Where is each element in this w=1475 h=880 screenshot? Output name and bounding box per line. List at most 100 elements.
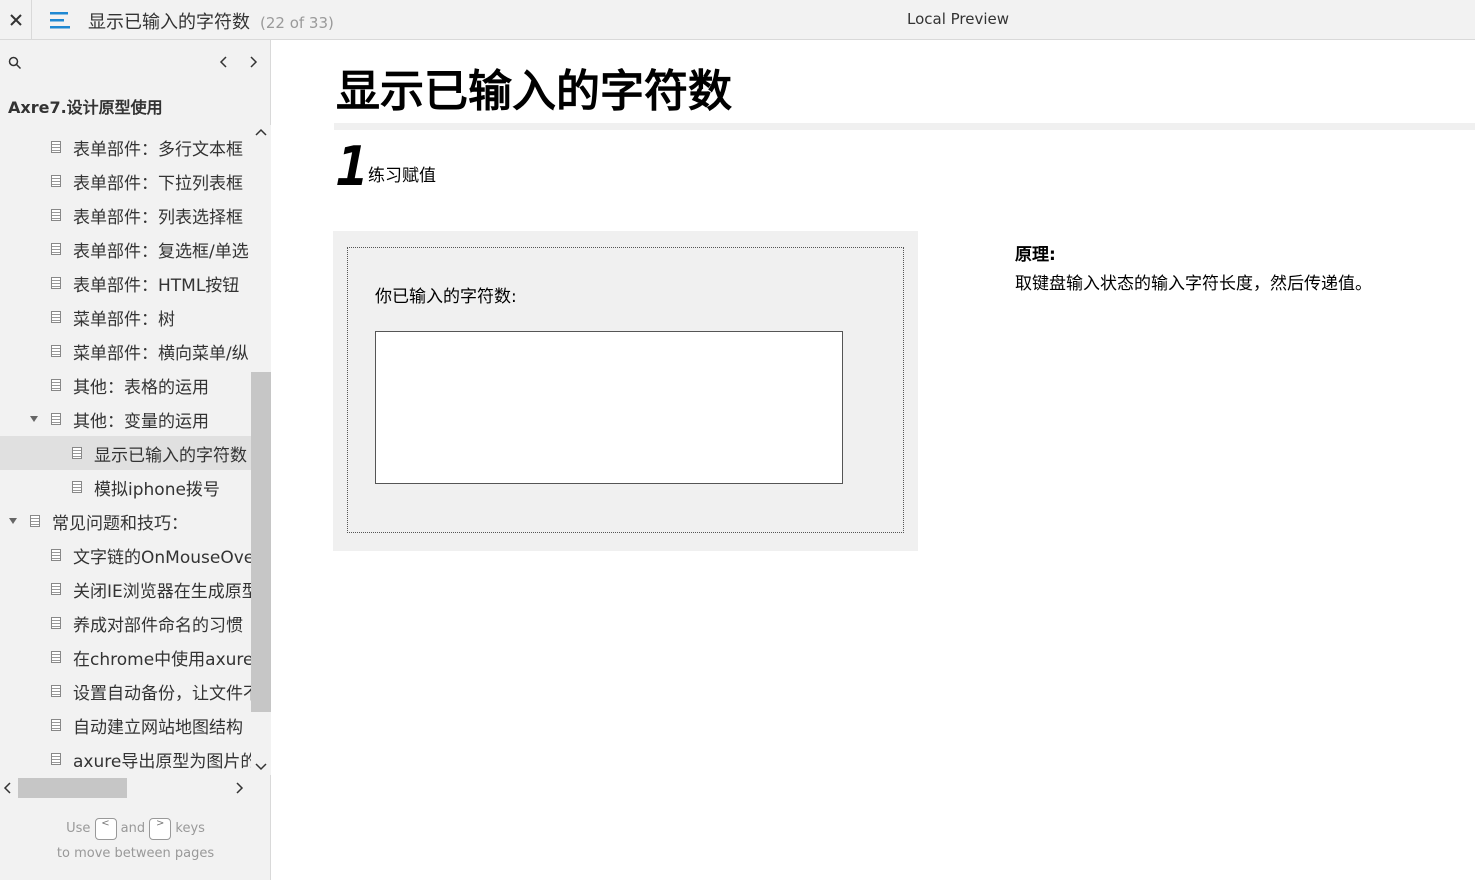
close-button[interactable]	[0, 0, 32, 40]
vertical-scrollbar[interactable]	[251, 125, 271, 775]
tree-item-label: 模拟iphone拨号	[94, 479, 220, 500]
tree-item-label: 在chrome中使用axure生	[73, 649, 251, 670]
char-count-label: 你已输入的字符数:	[375, 287, 517, 307]
page-icon	[51, 311, 61, 323]
page-icon	[51, 413, 61, 425]
tree-item[interactable]: 表单部件：复选框/单选	[0, 232, 251, 266]
page-icon	[51, 277, 61, 289]
text-input-area[interactable]	[375, 331, 843, 484]
tree-item-label: 设置自动备份，让文件不	[73, 683, 251, 704]
heading-divider	[334, 123, 1475, 130]
hint-line-2: to move between pages	[56, 846, 215, 861]
tree-item[interactable]: 表单部件：HTML按钮	[0, 266, 251, 300]
hint-keys: keys	[175, 821, 205, 836]
current-page-title: 显示已输入的字符数 (22 of 33)	[88, 8, 334, 34]
tree-item-label: 菜单部件：横向菜单/纵	[73, 343, 249, 364]
page-icon	[51, 141, 61, 153]
page-icon	[72, 447, 82, 459]
tree-item-label: axure导出原型为图片的	[73, 751, 251, 772]
tree-item[interactable]: 模拟iphone拨号	[0, 470, 251, 504]
page-icon	[51, 379, 61, 391]
tree-item[interactable]: 表单部件：多行文本框	[0, 130, 251, 164]
tree-item-label: 表单部件：下拉列表框	[73, 173, 243, 194]
page-icon	[72, 481, 82, 493]
page-icon	[51, 651, 61, 663]
tree-item[interactable]: 在chrome中使用axure生	[0, 640, 251, 674]
tree-item-label: 关闭IE浏览器在生成原型	[73, 581, 251, 602]
project-title: Axre7.设计原型使用	[8, 98, 163, 117]
expand-toggle-icon[interactable]	[8, 516, 18, 526]
page-icon	[51, 753, 61, 765]
tree-item-label: 显示已输入的字符数	[94, 445, 247, 466]
principle-title: 原理:	[1015, 245, 1056, 265]
preview-label: Local Preview	[907, 10, 1010, 28]
tree-item-label: 自动建立网站地图结构	[73, 717, 243, 738]
page-count: (22 of 33)	[260, 14, 334, 32]
tree-item[interactable]: 养成对部件命名的习惯	[0, 606, 251, 640]
close-icon	[9, 14, 22, 26]
search-icon	[8, 56, 22, 70]
tree-item[interactable]: 其他：表格的运用	[0, 368, 251, 402]
sitemap-toggle-button[interactable]	[48, 9, 72, 31]
left-key-icon: <	[94, 817, 117, 840]
page-icon	[51, 549, 61, 561]
tree-item[interactable]: 常见问题和技巧：	[0, 504, 251, 538]
right-key-icon: >	[149, 817, 172, 840]
page-icon	[51, 209, 61, 221]
tree-item[interactable]: 关闭IE浏览器在生成原型	[0, 572, 251, 606]
tree-item[interactable]: 设置自动备份，让文件不	[0, 674, 251, 708]
scroll-right-icon[interactable]	[235, 782, 245, 794]
page-icon	[51, 175, 61, 187]
chevron-right-icon	[250, 56, 258, 68]
next-page-button[interactable]	[244, 52, 262, 72]
hint-use: Use	[66, 821, 91, 836]
page-content: 显示已输入的字符数 1 练习赋值 你已输入的字符数: 原理: 取键盘输入状态的输…	[272, 41, 1475, 880]
tree-item[interactable]: 自动建立网站地图结构	[0, 708, 251, 742]
keyboard-hint: Use < and > keys to move between pages	[0, 816, 271, 866]
page-icon	[51, 345, 61, 357]
tree-item-label: 菜单部件：树	[73, 309, 175, 330]
scroll-up-icon[interactable]	[255, 127, 267, 137]
demo-panel: 你已输入的字符数:	[333, 231, 918, 551]
tree-item-label: 其他：变量的运用	[73, 411, 209, 432]
demo-panel-inner: 你已输入的字符数:	[347, 247, 904, 533]
sitemap-tree: 表单部件：多行文本框 表单部件：下拉列表框 表单部件：列表选择框 表单部件：复选…	[0, 130, 251, 775]
step-text: 练习赋值	[368, 166, 436, 186]
current-page-name: 显示已输入的字符数	[88, 12, 250, 33]
tree-item-label: 表单部件：多行文本框	[73, 139, 243, 160]
tree-item-label: 表单部件：HTML按钮	[73, 275, 240, 296]
chevron-left-icon	[219, 56, 227, 68]
tree-item[interactable]: 菜单部件：树	[0, 300, 251, 334]
tree-item-label: 表单部件：列表选择框	[73, 207, 243, 228]
page-heading: 显示已输入的字符数	[336, 66, 732, 117]
tree-item[interactable]: axure导出原型为图片的	[0, 742, 251, 775]
horizontal-scrollbar[interactable]	[0, 777, 251, 799]
search-button[interactable]	[8, 55, 22, 70]
previous-page-button[interactable]	[215, 52, 233, 72]
page-icon	[51, 583, 61, 595]
principle-text: 取键盘输入状态的输入字符长度，然后传递值。	[1015, 274, 1372, 294]
scroll-down-icon[interactable]	[255, 762, 267, 772]
vertical-scroll-thumb[interactable]	[251, 372, 271, 712]
hint-and: and	[120, 821, 146, 836]
tree-item-label: 常见问题和技巧：	[52, 513, 188, 534]
tree-item-label: 表单部件：复选框/单选	[73, 241, 249, 262]
horizontal-scroll-thumb[interactable]	[18, 778, 127, 798]
scroll-left-icon[interactable]	[2, 782, 12, 794]
sitemap-sidebar: Axre7.设计原型使用 表单部件：多行文本框 表单部件：下拉列表框 表单部件：…	[0, 40, 271, 880]
tree-item-label: 文字链的OnMouseOver效	[73, 547, 251, 568]
page-icon	[51, 617, 61, 629]
tree-item[interactable]: 表单部件：下拉列表框	[0, 164, 251, 198]
tree-item[interactable]: 表单部件：列表选择框	[0, 198, 251, 232]
page-icon	[51, 243, 61, 255]
top-bar: 显示已输入的字符数 (22 of 33) Local Preview	[0, 0, 1475, 40]
tree-item[interactable]: 菜单部件：横向菜单/纵	[0, 334, 251, 368]
tree-item[interactable]: 其他：变量的运用	[0, 402, 251, 436]
tree-item-label: 养成对部件命名的习惯	[73, 615, 243, 636]
expand-toggle-icon[interactable]	[29, 414, 39, 424]
tree-item[interactable]: 文字链的OnMouseOver效	[0, 538, 251, 572]
page-icon	[51, 719, 61, 731]
hint-line-1: Use < and > keys	[0, 816, 271, 841]
page-icon	[51, 685, 61, 697]
tree-item-current[interactable]: 显示已输入的字符数	[0, 436, 251, 470]
